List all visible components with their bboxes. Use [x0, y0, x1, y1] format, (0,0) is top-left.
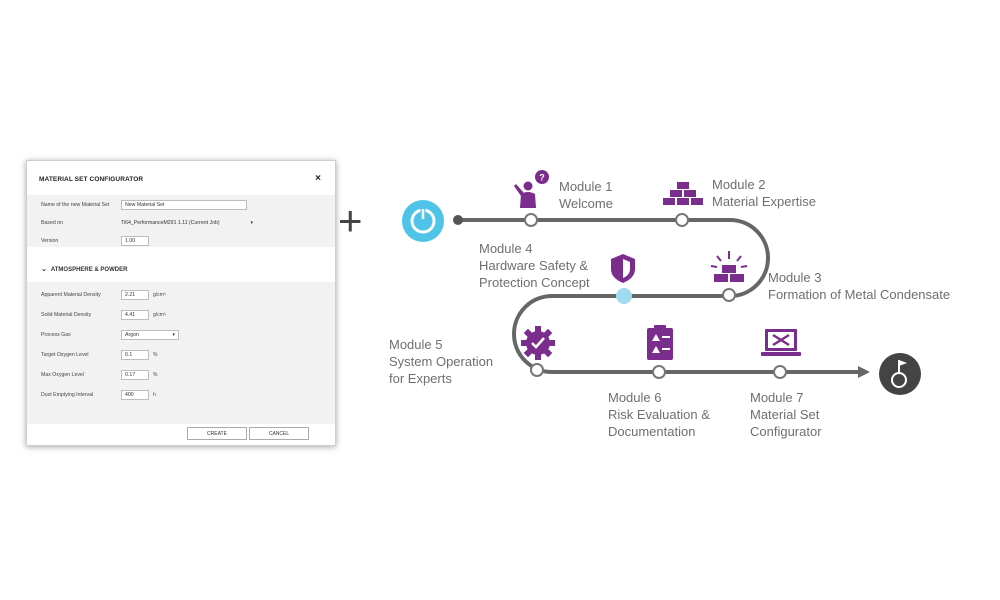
- module-2-label[interactable]: Module 2 Material Expertise: [712, 176, 816, 210]
- glowing-bars-icon: [710, 251, 748, 282]
- svg-text:?: ?: [539, 173, 545, 183]
- module-5-name-line2: for Experts: [389, 371, 452, 386]
- arrow-head-icon: [858, 366, 870, 378]
- module-5-title: Module 5: [389, 337, 443, 352]
- module-7-name-line1: Material Set: [750, 407, 820, 422]
- module-4-title: Module 4: [479, 241, 533, 256]
- node-module-1[interactable]: [524, 213, 538, 227]
- person-help-icon: ?: [514, 170, 549, 208]
- module-4-name-line1: Hardware Safety &: [479, 258, 589, 273]
- module-1-title: Module 1: [559, 179, 613, 194]
- module-4-label[interactable]: Module 4 Hardware Safety & Protection Co…: [479, 240, 590, 291]
- module-5-name-line1: System Operation: [389, 354, 494, 369]
- node-module-3[interactable]: [722, 288, 736, 302]
- module-6-label[interactable]: Module 6 Risk Evaluation & Documentation: [608, 389, 710, 440]
- laptop-tools-icon: [761, 329, 801, 356]
- node-module-2[interactable]: [675, 213, 689, 227]
- clipboard-warning-icon: [647, 325, 673, 360]
- node-module-6[interactable]: [652, 365, 666, 379]
- module-7-name-line2: Configurator: [750, 424, 822, 439]
- module-1-label[interactable]: Module 1 Welcome: [559, 178, 613, 212]
- metal-bars-icon: [663, 182, 703, 205]
- node-module-7[interactable]: [773, 365, 787, 379]
- node-module-5[interactable]: [530, 363, 544, 377]
- finish-flag-icon: [879, 353, 921, 395]
- module-5-label[interactable]: Module 5 System Operation for Experts: [389, 336, 493, 387]
- module-3-name: Formation of Metal Condensate: [768, 287, 951, 302]
- module-4-name-line2: Protection Concept: [479, 275, 590, 290]
- module-7-title: Module 7: [750, 390, 804, 405]
- module-3-label[interactable]: Module 3 Formation of Metal Condensate: [768, 269, 950, 303]
- module-6-name-line1: Risk Evaluation &: [608, 407, 710, 422]
- module-2-title: Module 2: [712, 177, 766, 192]
- module-3-title: Module 3: [768, 270, 822, 285]
- path-start-dot: [453, 215, 463, 225]
- start-power-icon: [402, 200, 444, 242]
- shield-icon: [611, 254, 635, 283]
- module-1-name: Welcome: [559, 196, 613, 211]
- node-module-4[interactable]: [616, 288, 632, 304]
- gear-check-icon: [521, 326, 555, 360]
- module-6-title: Module 6: [608, 390, 662, 405]
- module-6-name-line2: Documentation: [608, 424, 696, 439]
- module-7-label[interactable]: Module 7 Material Set Configurator: [750, 389, 822, 440]
- module-2-name: Material Expertise: [712, 194, 817, 209]
